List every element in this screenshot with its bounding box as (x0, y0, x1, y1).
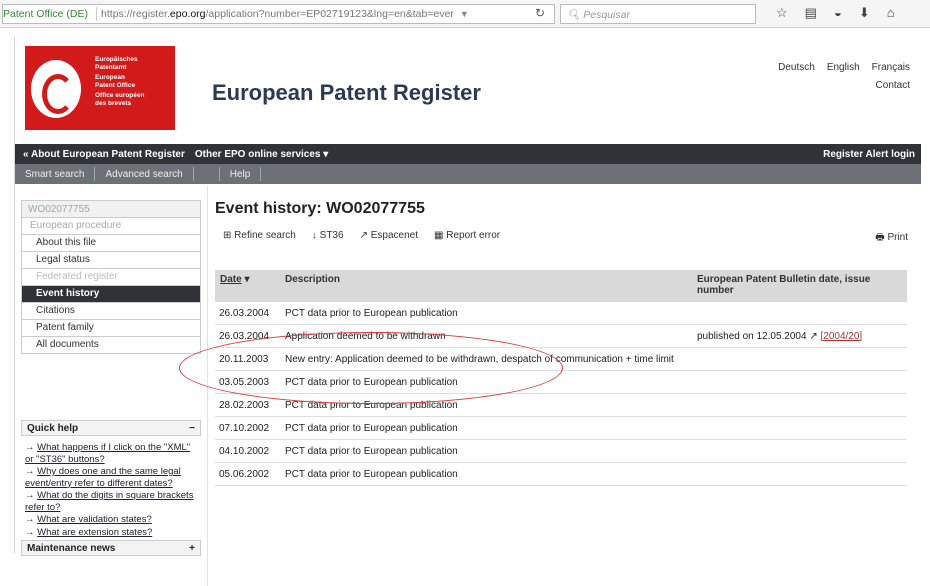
contact-link[interactable]: Contact (876, 80, 910, 91)
logo-text: Europäisches Patentamt European Patent O… (95, 56, 145, 107)
help-link[interactable]: What do the digits in square brackets re… (25, 490, 193, 513)
divider (96, 7, 98, 21)
download-arrow-icon: ↓ (311, 230, 317, 241)
sidebar-item-federated-register: Federated register (21, 269, 201, 286)
logo-mark-icon (31, 60, 81, 118)
sort-icon[interactable]: ▾ (244, 274, 249, 285)
maintenance-news-header[interactable]: Maintenance news + (21, 540, 201, 556)
chevron-down-icon[interactable]: ▼ (460, 9, 469, 19)
bookmark-star-icon[interactable]: ☆ (776, 5, 788, 21)
collapse-icon[interactable]: − (189, 423, 195, 434)
quick-help-panel: Quick help − → What happens if I click o… (21, 420, 201, 539)
table-row: 05.06.2002 PCT data prior to European pu… (215, 463, 907, 486)
site-title: European Patent Register (212, 80, 481, 105)
help-link[interactable]: What are extension states? (37, 527, 152, 538)
page-title: Event history: WO02077755 (215, 200, 425, 217)
sidebar: WO02077755 European procedure About this… (21, 200, 201, 354)
help-link[interactable]: What are validation states? (37, 514, 152, 525)
sidebar-item-all-documents[interactable]: All documents (21, 337, 201, 354)
lang-deutsch-link[interactable]: Deutsch (778, 62, 815, 73)
report-icon: ▦ (434, 230, 444, 241)
column-bulletin: European Patent Bulletin date, issue num… (697, 274, 871, 296)
refine-icon: ⊞ (223, 230, 232, 241)
table-row: 26.03.2004 PCT data prior to European pu… (215, 302, 907, 325)
url-text[interactable]: https://register.epo.org/application?num… (101, 8, 454, 20)
list-item: → What are validation states? (25, 514, 152, 525)
refine-search-button[interactable]: ⊞ Refine search (223, 230, 296, 241)
epo-logo[interactable]: Europäisches Patentamt European Patent O… (25, 46, 175, 130)
bulletin-link[interactable]: [2004/20] (820, 331, 862, 342)
sidebar-item-about-file[interactable]: About this file (21, 235, 201, 252)
table-header: Date ▾ Description European Patent Bulle… (215, 270, 907, 302)
list-item: → What happens if I click on the "XML" o… (25, 442, 191, 465)
column-description: Description (285, 274, 341, 285)
tab-advanced-search[interactable]: Advanced search (95, 167, 194, 181)
tab-help[interactable]: Help (220, 167, 262, 181)
sidebar-item-european-procedure: European procedure (21, 218, 201, 235)
lang-english-link[interactable]: English (827, 62, 860, 73)
sidebar-item-legal-status[interactable]: Legal status (21, 252, 201, 269)
home-icon[interactable]: ⌂ (887, 5, 895, 21)
nav-other-services[interactable]: Other EPO online services ▾ (195, 149, 328, 160)
sidebar-item-event-history[interactable]: Event history (21, 286, 201, 303)
help-link[interactable]: Why does one and the same legal event/en… (25, 466, 181, 489)
download-icon[interactable]: ⬇ (859, 5, 870, 21)
table-row: 04.10.2002 PCT data prior to European pu… (215, 440, 907, 463)
print-button[interactable]: 🖶 Print (875, 230, 908, 247)
espacenet-link[interactable]: ↗ Espacenet (360, 230, 418, 241)
list-item: → Why does one and the same legal event/… (25, 466, 181, 489)
nav-about[interactable]: « About European Patent Register (23, 149, 185, 160)
list-item: → What are extension states? (25, 526, 153, 538)
report-error-button[interactable]: ▦ Report error (434, 230, 500, 241)
sidebar-item-patent-family[interactable]: Patent family (21, 320, 201, 337)
quick-help-header[interactable]: Quick help − (21, 420, 201, 436)
annotation-ellipse (179, 332, 563, 404)
divider (194, 167, 220, 181)
action-toolbar: ⊞ Refine search ↓ ST36 ↗ Espacenet ▦ Rep… (223, 230, 500, 241)
site-identity[interactable]: Patent Office (DE) (3, 8, 92, 20)
table-row: 07.10.2002 PCT data prior to European pu… (215, 417, 907, 440)
reading-list-icon[interactable]: ▤ (805, 5, 817, 21)
help-link[interactable]: What happens if I click on the "XML" or … (25, 442, 190, 465)
sub-nav: Smart search Advanced search Help (15, 164, 921, 184)
reload-icon[interactable]: ↻ (535, 6, 545, 20)
search-input[interactable]: 🔍︎ Pesquisar (560, 4, 756, 24)
quick-help-links: → What happens if I click on the "XML" o… (21, 436, 201, 538)
address-bar[interactable]: Patent Office (DE) https://register.epo.… (2, 4, 555, 24)
lang-francais-link[interactable]: Français (872, 62, 910, 73)
sidebar-heading: WO02077755 (21, 200, 201, 218)
external-link-icon: ↗ (359, 230, 368, 241)
column-date[interactable]: Date ▾ (215, 270, 285, 302)
register-alert-login[interactable]: Register Alert login (823, 149, 915, 160)
expand-icon[interactable]: + (189, 543, 195, 554)
browser-toolbar: Patent Office (DE) https://register.epo.… (0, 0, 930, 28)
st36-button[interactable]: ↓ ST36 (312, 230, 344, 241)
tab-smart-search[interactable]: Smart search (15, 167, 96, 181)
printer-icon: 🖶 (875, 232, 885, 243)
page: Europäisches Patentamt European Patent O… (14, 36, 921, 586)
language-switcher: Deutsch English Français (778, 62, 910, 73)
sidebar-item-citations[interactable]: Citations (21, 303, 201, 320)
pocket-icon[interactable]: ◒ (834, 5, 842, 21)
list-item: → What do the digits in square brackets … (25, 490, 194, 513)
main-nav: « About European Patent Register Other E… (15, 144, 921, 164)
